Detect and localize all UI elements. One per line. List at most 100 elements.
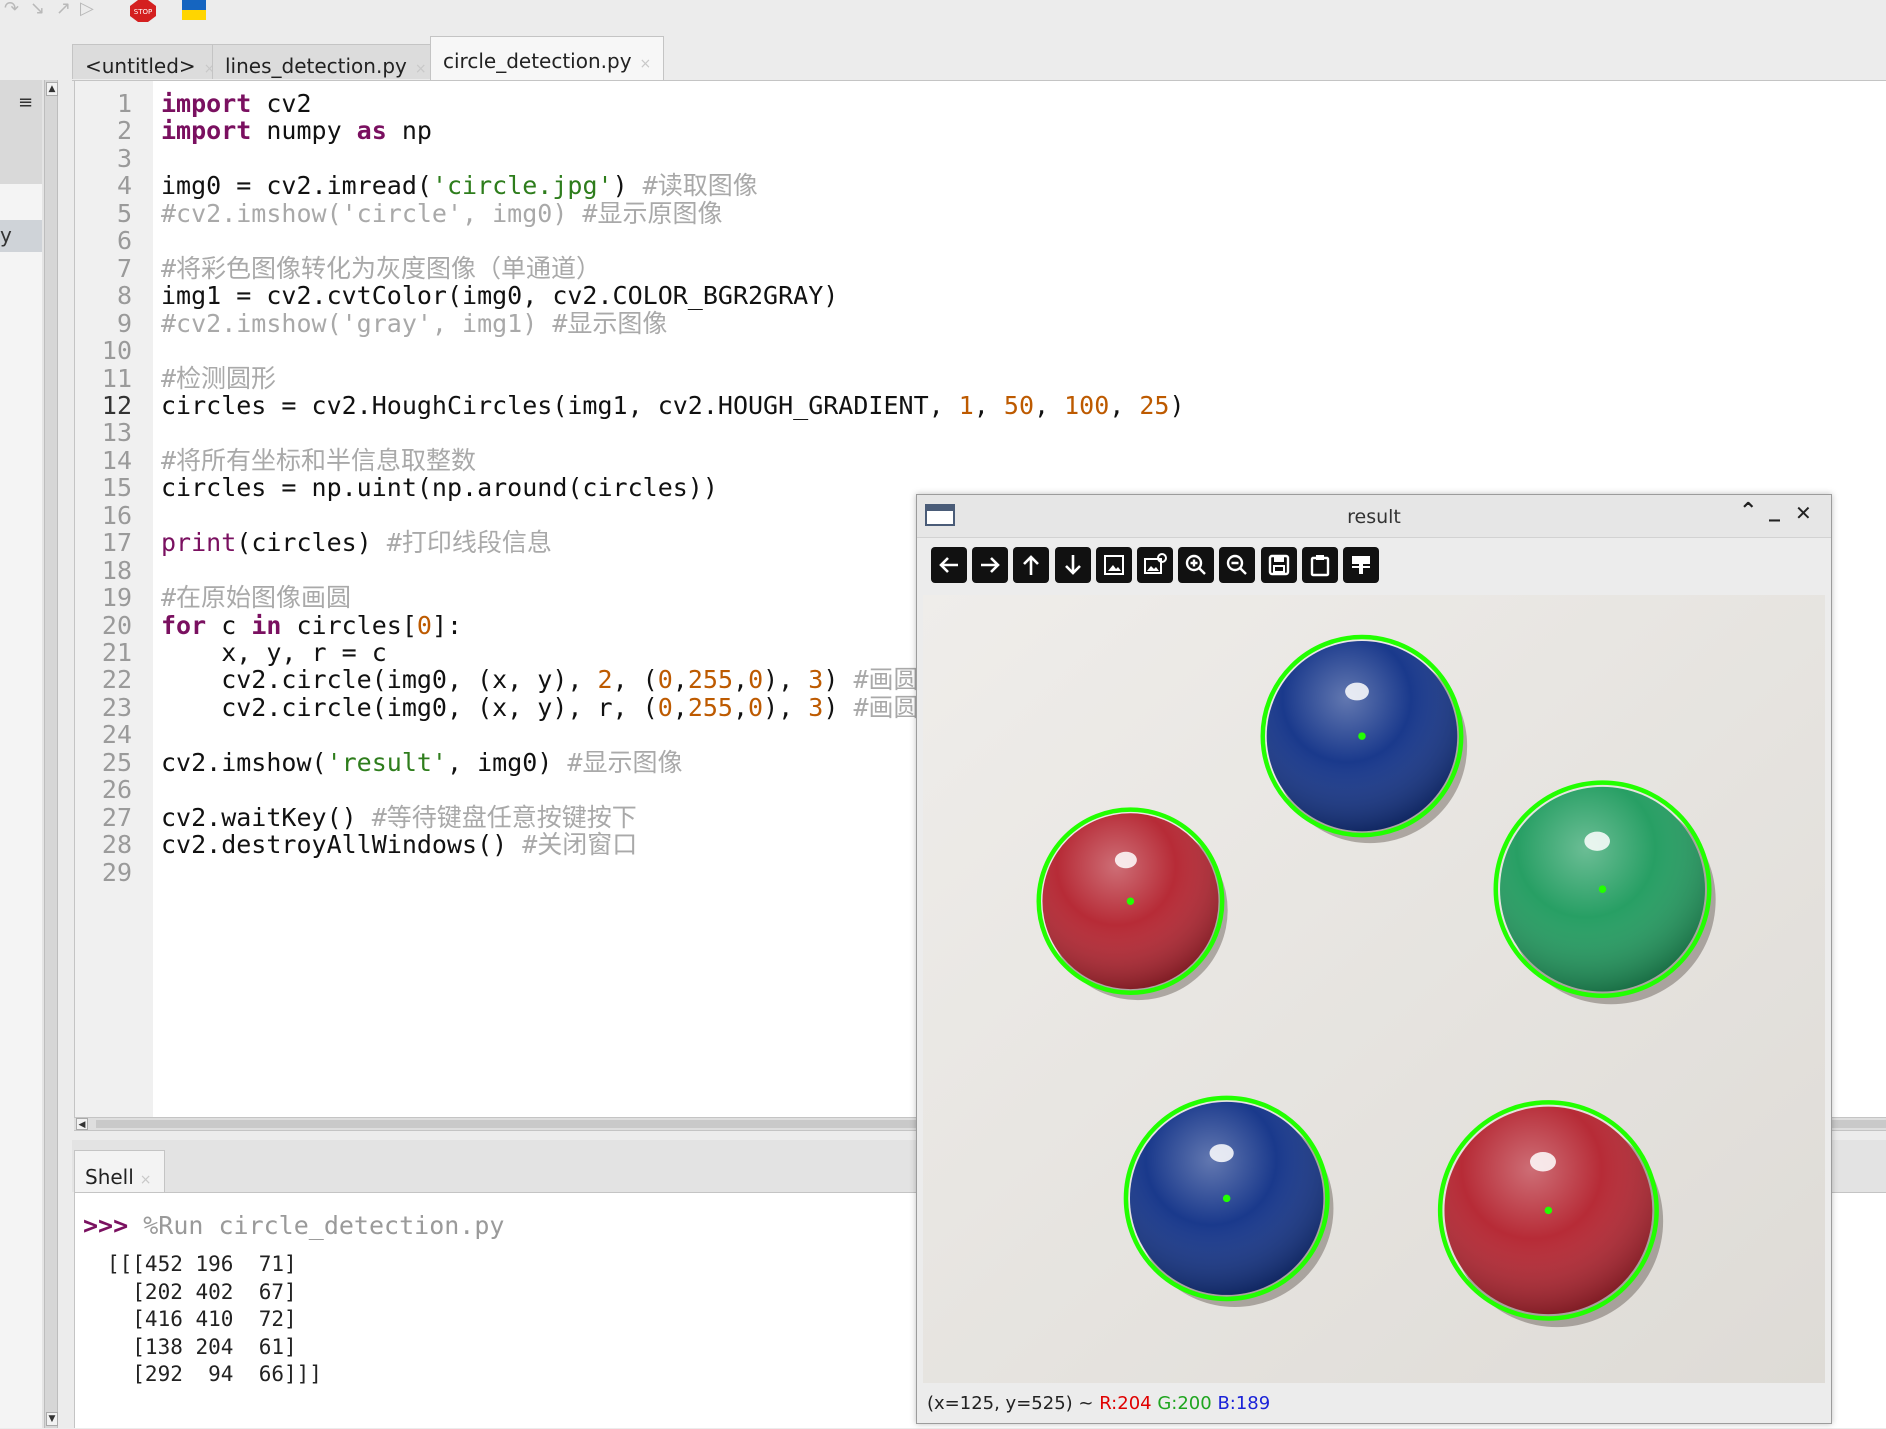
code-token: 'result' (326, 747, 447, 777)
tab-close-icon[interactable]: × (415, 61, 427, 77)
code-token: ]: (431, 610, 463, 640)
zoom-out-icon[interactable] (1219, 547, 1256, 583)
code-line[interactable]: circles = np.uint(np.around(circles)) (161, 471, 718, 504)
code-line[interactable]: cv2.circle(img0, (x, y), r, (0,255,0), 3… (161, 691, 919, 724)
scroll-left-icon[interactable]: ◀ (76, 1118, 88, 1130)
code-token: #cv2.imshow('gray', img1) #显示图像 (161, 308, 668, 338)
magnet-highlight (1584, 831, 1610, 851)
code-token: , (1034, 390, 1065, 420)
copy-clipboard-icon[interactable] (1301, 547, 1338, 583)
save-icon[interactable] (1260, 547, 1297, 583)
code-token: as (356, 116, 387, 146)
result-window[interactable]: result ⌃ _ ✕ (x=125, y=525) ~ R:204 G:20… (916, 494, 1832, 1424)
code-token: 0 (657, 692, 673, 722)
pan-down-icon[interactable] (1054, 547, 1091, 583)
code-token: 1 (958, 390, 974, 420)
pixel-red-value: R:204 (1099, 1393, 1152, 1414)
code-token: 0 (748, 692, 764, 722)
detected-circle-center (1544, 1206, 1553, 1215)
code-token: , (672, 692, 688, 722)
result-image-svg (923, 595, 1825, 1383)
code-token: , (973, 390, 1004, 420)
code-token: 3 (808, 692, 824, 722)
zoom-in-icon[interactable] (1178, 547, 1215, 583)
main-toolbar: ↷ ↘ ↗ ▷ STOP (0, 0, 1886, 22)
step-out-icon[interactable]: ↗ (56, 0, 71, 19)
left-panel-item-label[interactable]: y (0, 223, 12, 247)
tab-lines-detection[interactable]: lines_detection.py × (212, 44, 440, 79)
resume-icon[interactable]: ▷ (80, 0, 94, 19)
menu-icon[interactable]: ≡ (18, 92, 33, 113)
shell-output-line: [292 94 66]]] (107, 1362, 322, 1386)
tab-untitled[interactable]: <untitled> × (72, 44, 229, 79)
shell-output-line: [[[452 196 71] (107, 1252, 297, 1276)
left-panel-scrollbar[interactable]: ▲ ▼ (44, 80, 58, 1428)
magnet-highlight (1529, 1152, 1556, 1172)
code-token: 25 (1139, 390, 1170, 420)
result-image[interactable] (923, 595, 1825, 1383)
scroll-up-icon[interactable]: ▲ (46, 82, 58, 96)
code-token: np (386, 116, 432, 146)
detected-circle-center (1598, 885, 1607, 893)
code-token: cv2.destroyAllWindows() (161, 830, 523, 860)
shell-output-line: [138 204 61] (107, 1334, 297, 1359)
result-window-titlebar[interactable]: result ⌃ _ ✕ (917, 495, 1831, 538)
properties-icon[interactable] (1343, 547, 1379, 583)
magnet-highlight (1345, 682, 1369, 701)
editor-tab-bar: <untitled> × lines_detection.py × circle_d… (72, 36, 1886, 80)
zoom-original-icon[interactable] (1137, 547, 1173, 583)
pan-right-icon[interactable] (972, 547, 1009, 583)
tab-close-icon[interactable]: × (140, 1172, 152, 1188)
code-token: 255 (687, 692, 733, 722)
shell-output-line: [416 410 72] (107, 1307, 297, 1331)
code-line[interactable]: print(circles) #打印线段信息 (161, 526, 552, 559)
magnet-highlight (1114, 851, 1137, 869)
pan-up-icon[interactable] (1013, 547, 1050, 583)
window-title: result (1347, 506, 1401, 528)
code-line[interactable]: circles = cv2.HoughCircles(img1, cv2.HOU… (161, 389, 1185, 422)
code-line[interactable]: cv2.imshow('result', img0) #显示图像 (161, 746, 682, 779)
code-token: (circles) (236, 528, 387, 558)
minimize-icon[interactable]: _ (1769, 497, 1780, 522)
tab-shell[interactable]: Shell × (74, 1150, 165, 1192)
detected-circle-center (1358, 732, 1366, 740)
pixel-green-value: G:200 (1157, 1393, 1212, 1414)
code-token: ) (823, 692, 854, 722)
ukraine-flag-icon[interactable] (182, 0, 206, 20)
step-over-icon[interactable]: ↷ (4, 0, 19, 19)
code-token: #显示图像 (567, 747, 683, 777)
code-token: 0 (416, 610, 432, 640)
code-line[interactable]: #cv2.imshow('circle', img0) #显示原图像 (161, 197, 723, 230)
shell-command: %Run circle_detection.py (143, 1211, 505, 1240)
code-token: 50 (1003, 390, 1034, 420)
code-token: , (732, 692, 749, 722)
code-line[interactable]: #cv2.imshow('gray', img1) #显示图像 (161, 307, 667, 340)
shell-output-line: [202 402 67] (107, 1279, 297, 1304)
code-token: cv2.imshow( (161, 747, 327, 777)
step-into-icon[interactable]: ↘ (30, 0, 45, 19)
line-number: 29 (101, 857, 132, 887)
code-token: 100 (1064, 390, 1110, 420)
zoom-fit-icon[interactable] (1095, 547, 1132, 583)
code-line[interactable]: import numpy as np (161, 114, 432, 147)
code-token: numpy (251, 116, 357, 146)
stop-icon[interactable]: STOP (130, 0, 156, 22)
magnet-highlight (1209, 1144, 1234, 1163)
left-side-panel: ≡ y (0, 80, 44, 1428)
scroll-down-icon[interactable]: ▼ (46, 1412, 58, 1426)
close-icon[interactable]: ✕ (1795, 501, 1812, 525)
code-line[interactable]: cv2.destroyAllWindows() #关闭窗口 (161, 828, 637, 861)
pan-left-icon[interactable] (931, 547, 967, 583)
line-number-gutter: 1 2 3 4 5 6 7 8 9 10 11 12 13 14 15 16 17 18 19 20 21 22 23 24 2… (75, 81, 153, 1117)
tab-circle-detection[interactable]: circle_detection.py × (430, 36, 665, 80)
code-token: ), (763, 692, 809, 722)
code-token: , (1109, 390, 1140, 420)
code-token: #cv2.imshow('circle', img0) #显示原图像 (161, 198, 723, 228)
code-token: #画圆 (853, 692, 919, 722)
pixel-status-bar: (x=125, y=525) ~ R:204 G:200 B:189 (927, 1393, 1270, 1414)
maximize-icon[interactable]: ⌃ (1739, 499, 1757, 524)
code-token: ) (1169, 390, 1185, 420)
tab-close-icon[interactable]: × (640, 56, 652, 72)
code-token: cv2.circle(img0, (x, y), r, ( (161, 692, 658, 722)
code-token: , img0) (447, 747, 568, 777)
